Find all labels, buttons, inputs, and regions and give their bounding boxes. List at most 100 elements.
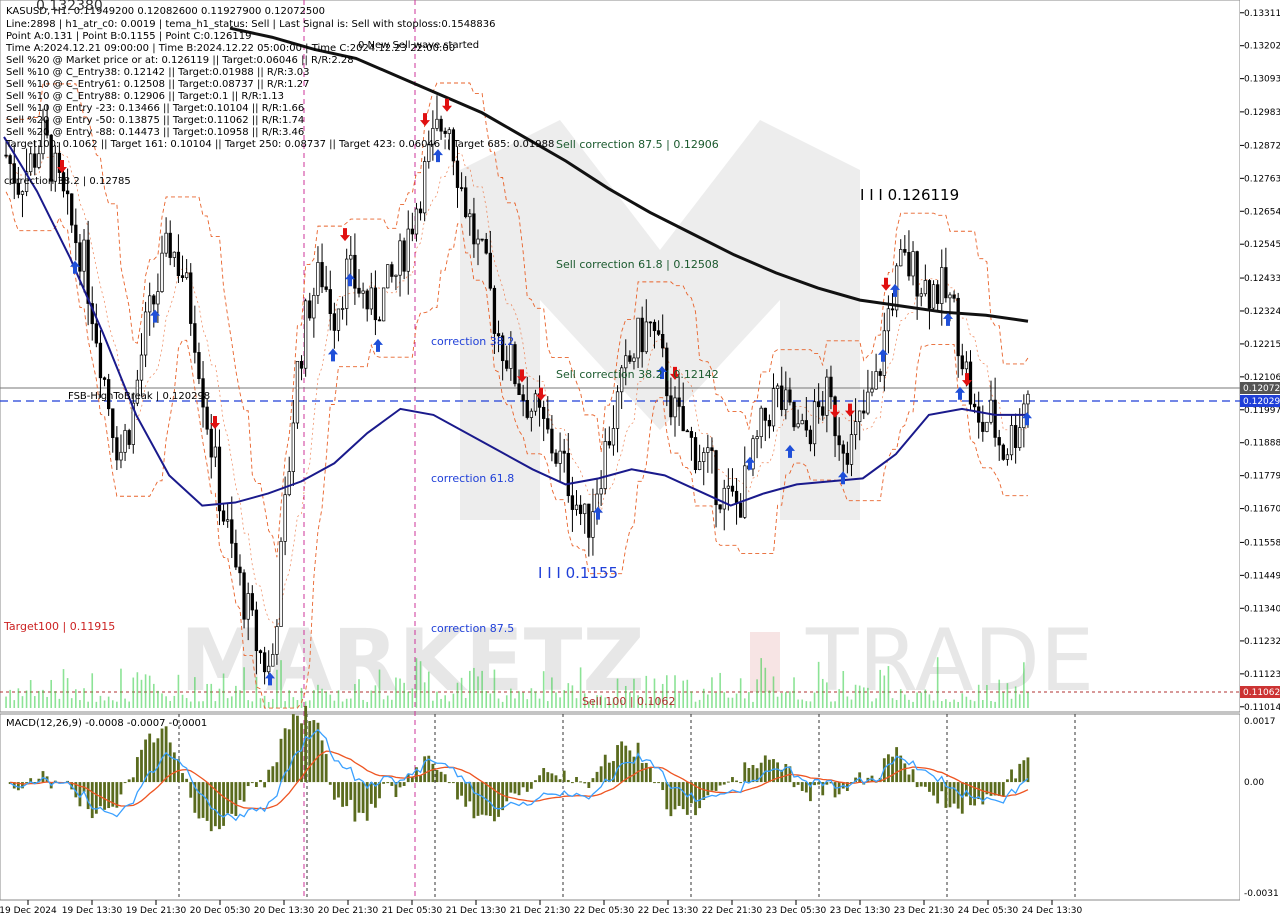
macd-hist-bar [800,782,804,791]
price-tick-label: 0.11232 [1244,637,1280,647]
volume-bar [33,696,36,708]
candle-body [406,228,410,272]
candle-body [295,361,300,424]
macd-hist-bar [952,782,956,804]
macd-hist-bar [599,766,603,783]
macd-hist-bar [197,782,201,819]
volume-bar [79,700,81,708]
macd-hist-bar [341,782,344,807]
volume-bar [739,678,742,708]
candle-body [275,626,279,655]
volume-bar [1023,662,1025,708]
macd-hist-bar [1010,769,1013,783]
macd-hist-bar [735,780,738,783]
volume-bar [973,701,976,708]
macd-hist-bar [86,782,90,810]
price-tick-label: 0.12433 [1244,274,1280,284]
volume-bar [54,691,57,708]
candle-body [718,504,722,510]
volume-bar [177,674,180,708]
corr-618: correction 61.8 [431,472,514,485]
macd-hist-bar [439,771,443,783]
candle-body [570,495,575,510]
candle-body [377,319,382,322]
macd-hist-bar [566,779,570,783]
candle-body [443,130,447,134]
volume-bar [982,700,984,708]
macd-hist-bar [661,782,665,791]
volume-bar [349,698,352,708]
candle-body [858,410,862,422]
candle-body [800,420,804,425]
price-tick-label: 0.12763 [1244,174,1280,184]
candle-body [4,154,8,157]
candle-body [977,406,981,423]
volume-bar [497,698,500,708]
macd-hist-bar [279,738,283,783]
sell-corr-618: Sell correction 61.8 | 0.12508 [556,258,719,271]
macd-hist-bar [230,782,234,814]
candle-body [566,452,570,497]
macd-panel[interactable] [0,713,1241,901]
candle-body [681,406,685,432]
volume-bar [489,693,492,708]
info-line-6: Sell %10 @ C_Entry88: 0.12906 || Target:… [6,91,284,102]
volume-bar [924,689,927,708]
macd-hist-bar [657,782,660,784]
candle-body [250,593,254,611]
candle-body [816,401,821,408]
volume-bar [768,690,771,708]
volume-bar [235,685,237,708]
candle-body [862,410,866,414]
candle-body [180,275,185,278]
candle-body [878,371,882,376]
candle-body [447,129,451,134]
macd-hist-bar [558,779,562,783]
volume-bar [366,701,369,708]
volume-bar [990,700,992,708]
volume-bar [912,701,914,708]
info-line-9: Sell %20 @ Entry -88: 0.14473 || Target:… [6,127,304,138]
candle-body [357,287,361,294]
volume-bar [107,696,110,708]
macd-hist-bar [677,782,681,806]
candle-body [706,447,710,453]
volume-bar [42,689,44,708]
candle-body [193,323,197,353]
macd-hist-bar [653,782,656,784]
candle-body [948,294,952,299]
volume-bar [354,684,356,708]
macd-hist-bar [476,782,480,816]
candle-body [414,208,419,235]
macd-hist-bar [529,782,533,789]
volume-bar [58,698,61,708]
volume-bar [391,699,393,708]
volume-bar [395,677,397,708]
macd-hist-bar [263,782,267,788]
macd-hist-bar [956,782,960,809]
volume-bar [842,671,845,708]
volume-bar [469,670,471,708]
volume-bar [325,691,327,708]
trading-chart[interactable]: MARKETZ TRADE KASUSD, H1: 0.11949200 0.1… [0,0,1280,920]
candle-body [386,264,390,289]
volume-bar [883,675,886,708]
macd-hist-bar [513,782,517,794]
candle-body [915,251,919,297]
volume-bar [120,668,122,708]
macd-hist-bar [747,768,751,783]
volume-bar [5,696,7,708]
time-label: 21 Dec 05:30 [382,906,443,916]
candle-body [923,280,927,295]
time-label: 22 Dec 13:30 [638,906,699,916]
price-tick-label: 0.11888 [1244,439,1280,449]
price-tick-label: 0.11449 [1244,571,1280,581]
macd-hist-bar [41,771,45,783]
macd-hist-bar [107,782,111,809]
macd-hist-bar [997,782,1001,796]
price-tick-label: 0.12654 [1244,207,1280,217]
candle-body [476,238,480,245]
price-tick-label: 0.11014 [1244,703,1280,713]
time-label: 21 Dec 13:30 [446,906,507,916]
candle-body [751,438,755,470]
